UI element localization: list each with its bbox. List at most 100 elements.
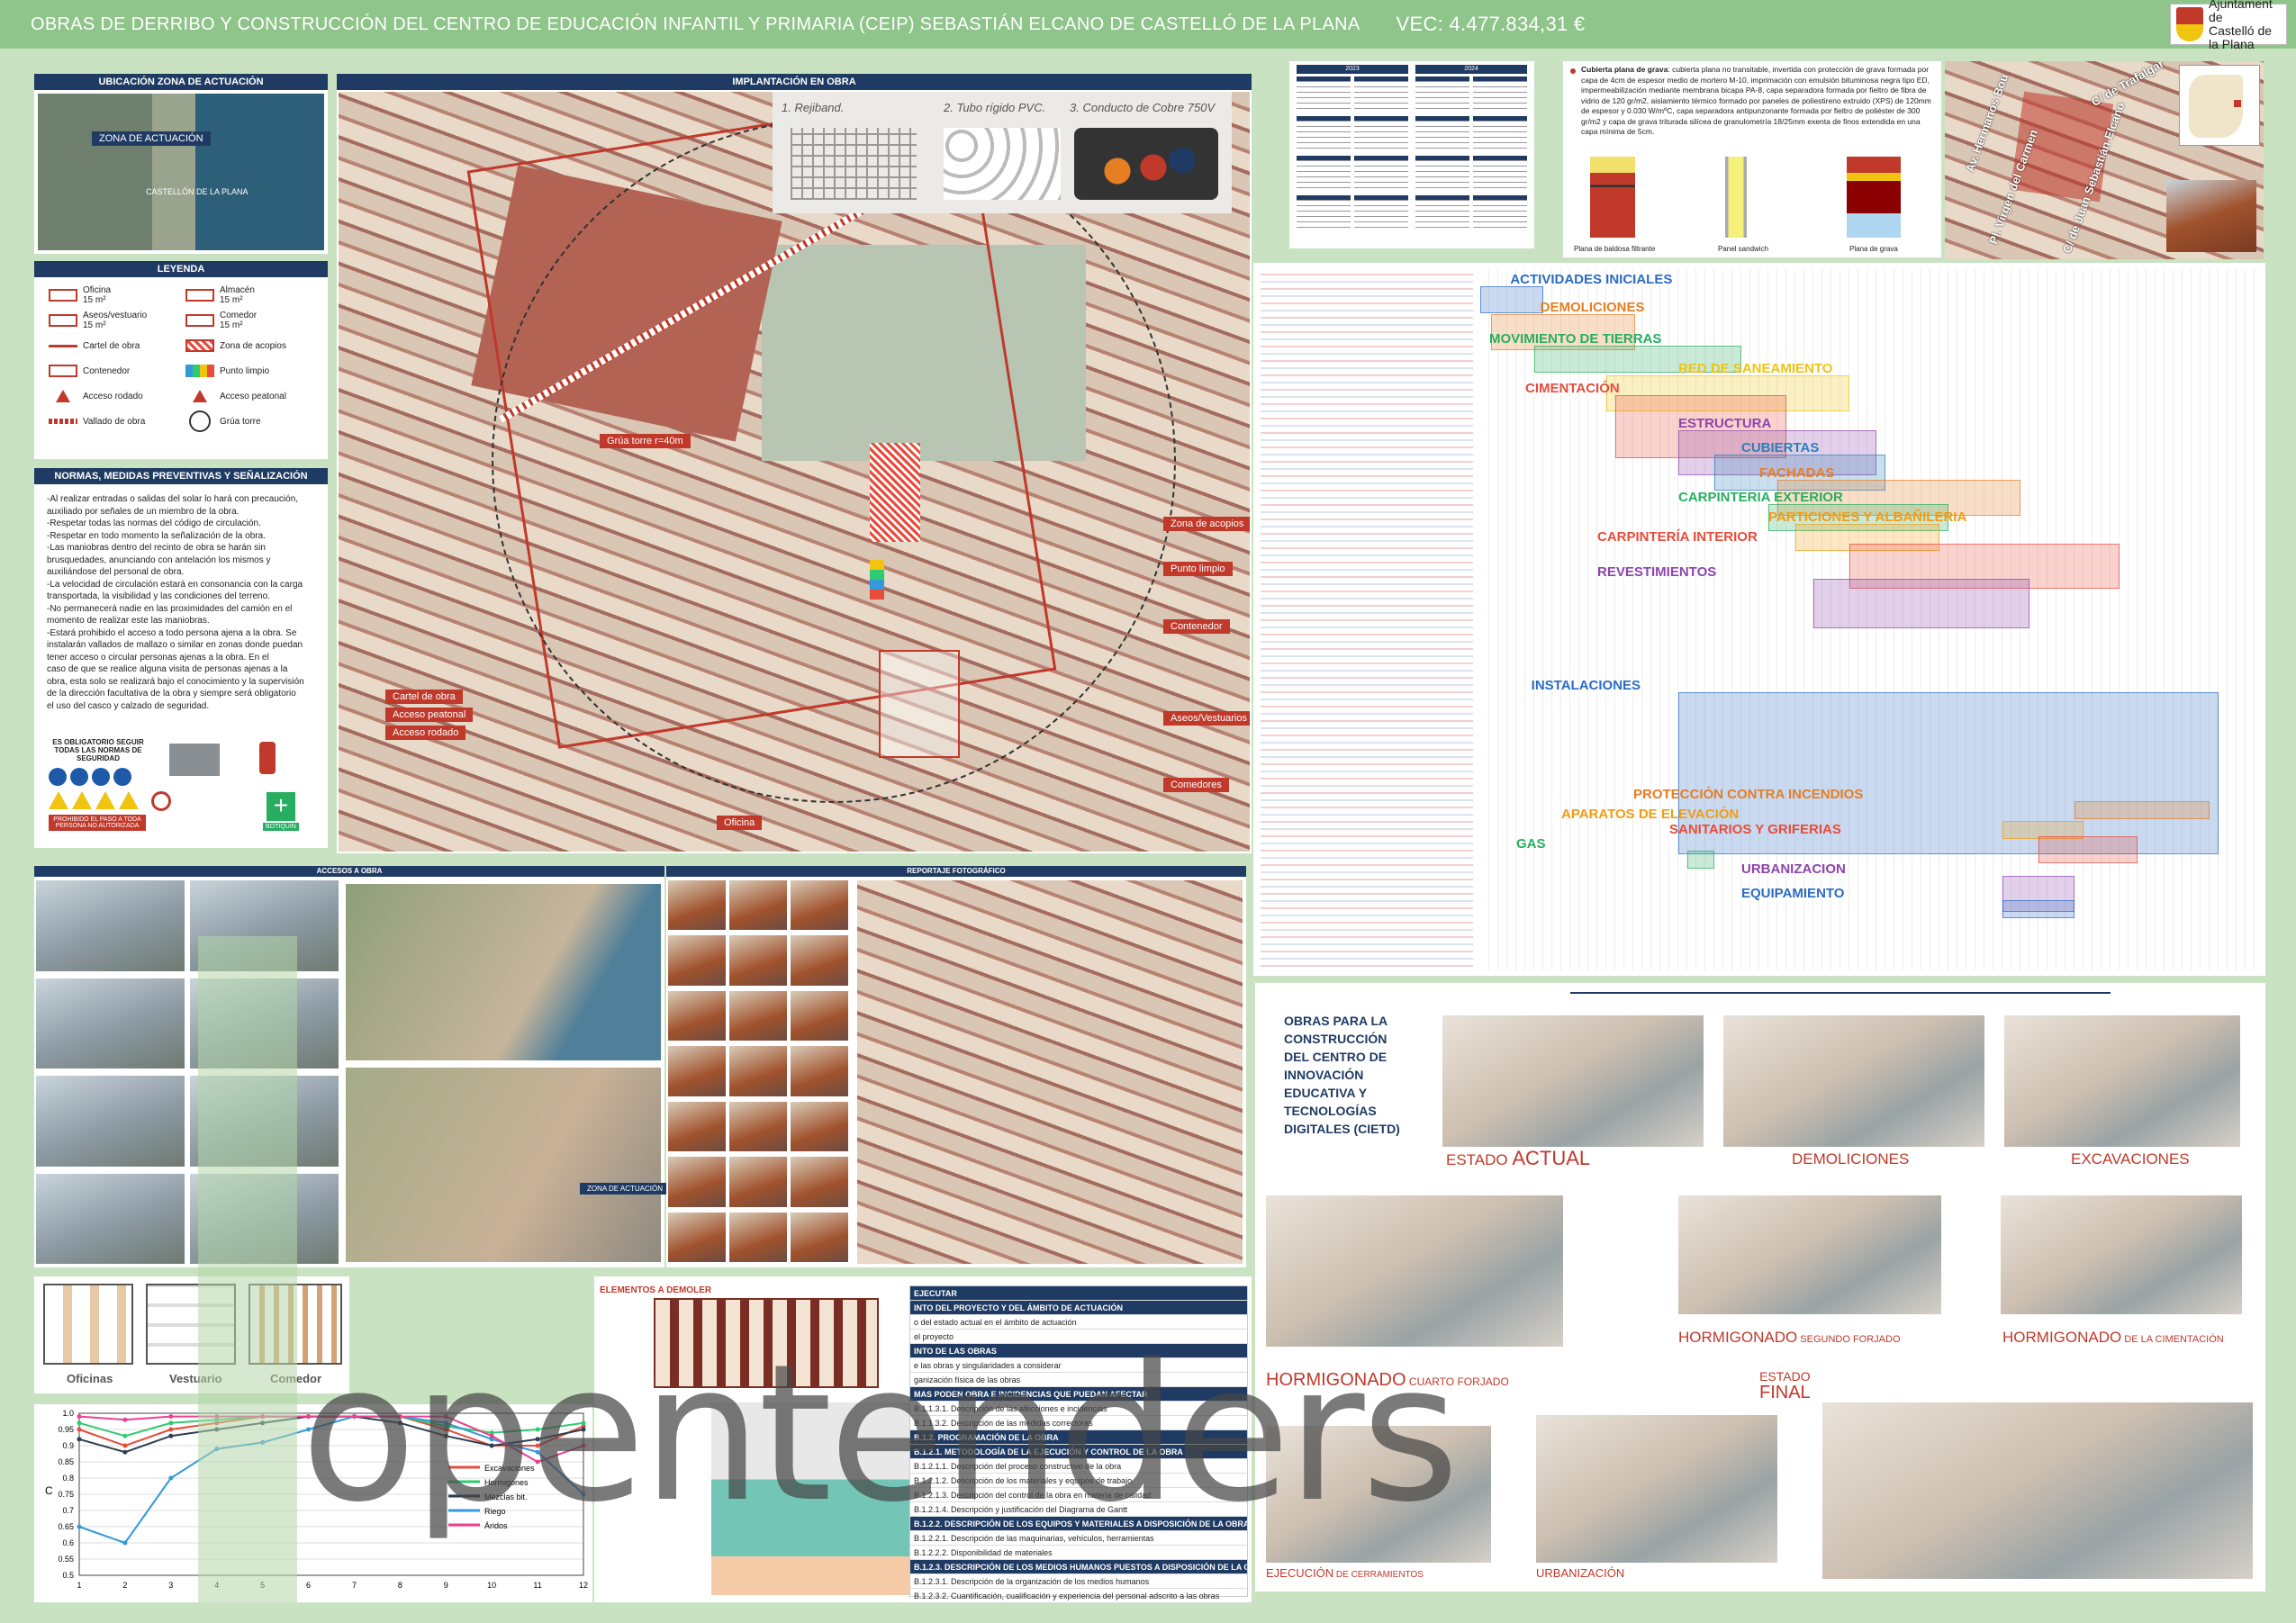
calendar-month (1473, 77, 1527, 113)
calendar-grid: 2023 2024 (1289, 61, 1534, 235)
gantt-phase-label: DEMOLICIONES (1540, 299, 1645, 315)
site-hut-image (169, 744, 220, 776)
demolition-title: ELEMENTOS A DEMOLER (600, 1285, 712, 1295)
report-photo (668, 1046, 726, 1096)
report-photo (729, 880, 787, 931)
container-icon (49, 365, 77, 377)
report-photo (791, 1046, 848, 1096)
data-point (77, 1437, 82, 1442)
warning-icon (95, 791, 115, 809)
intro-line: OBRAS PARA LA (1284, 1014, 1388, 1028)
legend-fence: Vallado de obra (49, 412, 176, 430)
contents-row: B.1.2.2.2. Disponibilidad de materiales (910, 1546, 1247, 1560)
legend-grid: Oficina 15 m² Almacén 15 m² Aseos/vestua… (34, 277, 328, 439)
y-axis-label: C (45, 1484, 53, 1497)
warning-icon (49, 791, 68, 809)
calendar-month (1354, 77, 1408, 113)
stages-intro-title: OBRAS PARA LA CONSTRUCCIÓN DEL CENTRO DE IN… (1284, 1012, 1400, 1138)
report-photo (668, 935, 726, 986)
gantt-bar (1480, 286, 1543, 313)
site-plan-panel: IMPLANTACIÓN EN OBRA 1. Rejiband. 2. Tub… (337, 74, 1252, 853)
calendar-month (1297, 156, 1351, 192)
contents-row: B.1.2.3.2. Cuantificación, cualificación… (910, 1589, 1247, 1603)
y-tick-label: 0.75 (58, 1490, 74, 1499)
intro-line: DIGITALES (CIETD) (1284, 1122, 1400, 1136)
roof-title: Cubierta plana de grava (1581, 65, 1668, 74)
report-photo (668, 1212, 726, 1262)
watermark-bar (198, 936, 297, 1602)
logo-line-2: Castelló de la Plana (2209, 23, 2273, 51)
gantt-phase-label: ESTRUCTURA (1678, 415, 1772, 431)
stage-image-final (1822, 1402, 2253, 1579)
calendar-year-2024: 2024 (1415, 65, 1527, 231)
gantt-phase-label: ACTIVIDADES INICIALES (1510, 272, 1673, 287)
gantt-bar (2038, 835, 2138, 863)
location-title: UBICACIÓN ZONA DE ACTUACIÓN (34, 74, 328, 90)
rules-line: obra, esta solo se realizará bajo el con… (47, 676, 304, 687)
stage-label-urbanization: URBANIZACIÓN (1536, 1566, 1625, 1580)
legend-sign: Cartel de obra (49, 337, 176, 355)
report-photo (668, 880, 726, 931)
legend-clean-point: Punto limpio (185, 362, 313, 380)
access-photo (36, 978, 185, 1068)
report-photo (791, 880, 848, 931)
report-photo (668, 990, 726, 1041)
roof-text: : cubierta plana no transitable, inverti… (1581, 65, 1931, 136)
gantt-phase-label: EQUIPAMIENTO (1741, 886, 1845, 901)
street-map-panel: Av. Hermanos Bou Pl. Virgen del Carmen C… (1945, 61, 2264, 259)
forbidden-sign: PROHIBIDO EL PASO A TODA PERSONA NO AUTO… (49, 815, 146, 831)
rules-line: -Respetar en todo momento la señalizació… (47, 530, 266, 541)
gantt-phase-label: FACHADAS (1759, 464, 1835, 481)
contents-row: B.1.2.3. DESCRIPCIÓN DE LOS MEDIOS HUMAN… (910, 1560, 1247, 1574)
legend-office: Oficina 15 m² (49, 285, 176, 305)
report-photo (729, 1157, 787, 1207)
data-point (168, 1433, 174, 1438)
legend-toilets: Aseos/vestuario 15 m² (49, 311, 176, 330)
contents-row: B.1.2.3.1. Descripción de la organizació… (910, 1574, 1247, 1589)
rules-line: caso de que se realice alguna visita de … (47, 664, 288, 674)
y-tick-label: 0.95 (58, 1425, 74, 1434)
stockpile-zone (870, 443, 920, 542)
rules-line: -La velocidad de circulación estará en c… (47, 579, 303, 590)
y-tick-label: 0.9 (62, 1441, 74, 1450)
rules-line: tener acceso o circular personas ajenas … (47, 652, 269, 663)
photo-report-title: REPORTAJE FOTOGRÁFICO (666, 866, 1246, 877)
legend-dining: Comedor 15 m² (185, 311, 313, 330)
data-point (168, 1420, 174, 1426)
calendar-year-label: 2024 (1415, 65, 1527, 74)
location-aerial-map: ZONA DE ACTUACIÓN CASTELLÓN DE LA PLANA (38, 94, 324, 250)
intro-line: CONSTRUCCIÓN (1284, 1032, 1388, 1046)
triangle-icon (193, 390, 207, 402)
material-2: 2. Tubo rígido PVC. (944, 101, 1046, 114)
roof-section-1 (1590, 157, 1635, 238)
clean-point (870, 560, 884, 600)
site-plan-title: IMPLANTACIÓN EN OBRA (337, 74, 1252, 90)
gantt-bar (1687, 851, 1714, 869)
gantt-phase-label: REVESTIMIENTOS (1597, 564, 1717, 580)
hut-plan-office (43, 1284, 133, 1365)
gantt-panel: ACTIVIDADES INICIALES DEMOLICIONES MOVIMIE… (1253, 263, 2265, 976)
roof-bullet-icon (1570, 68, 1576, 74)
data-point (122, 1417, 128, 1422)
tag-pedestrian: Acceso peatonal (385, 708, 474, 722)
page-title: OBRAS DE DERRIBO Y CONSTRUCCIÓN DEL CENT… (31, 14, 1360, 34)
access-map-1 (346, 884, 661, 1060)
calendar-month (1354, 156, 1408, 192)
roof-panel: Cubierta plana de grava: cubierta plana … (1563, 61, 1941, 257)
report-photo (668, 1101, 726, 1152)
legend-stockpile: Zona de acopios (185, 337, 313, 355)
boots-icon (70, 768, 88, 786)
calendar-year-2023: 2023 (1297, 65, 1408, 231)
roof-section-3 (1847, 157, 1901, 238)
calendar-month (1415, 77, 1469, 113)
pvc-tube-image (944, 128, 1061, 200)
gantt-phase-label: INSTALACIONES (1531, 678, 1641, 693)
first-aid-label: BOTIQUIN (263, 823, 299, 831)
x-tick-label: 9 (444, 1581, 448, 1590)
city-label: CASTELLÓN DE LA PLANA (146, 187, 249, 196)
site-huts (879, 650, 960, 758)
crane-icon (189, 410, 211, 432)
gantt-phase-label: SANITARIOS Y GRIFERIAS (1669, 821, 1841, 837)
stage-image-excavation (2004, 1015, 2240, 1147)
x-tick-label: 7 (352, 1581, 357, 1590)
